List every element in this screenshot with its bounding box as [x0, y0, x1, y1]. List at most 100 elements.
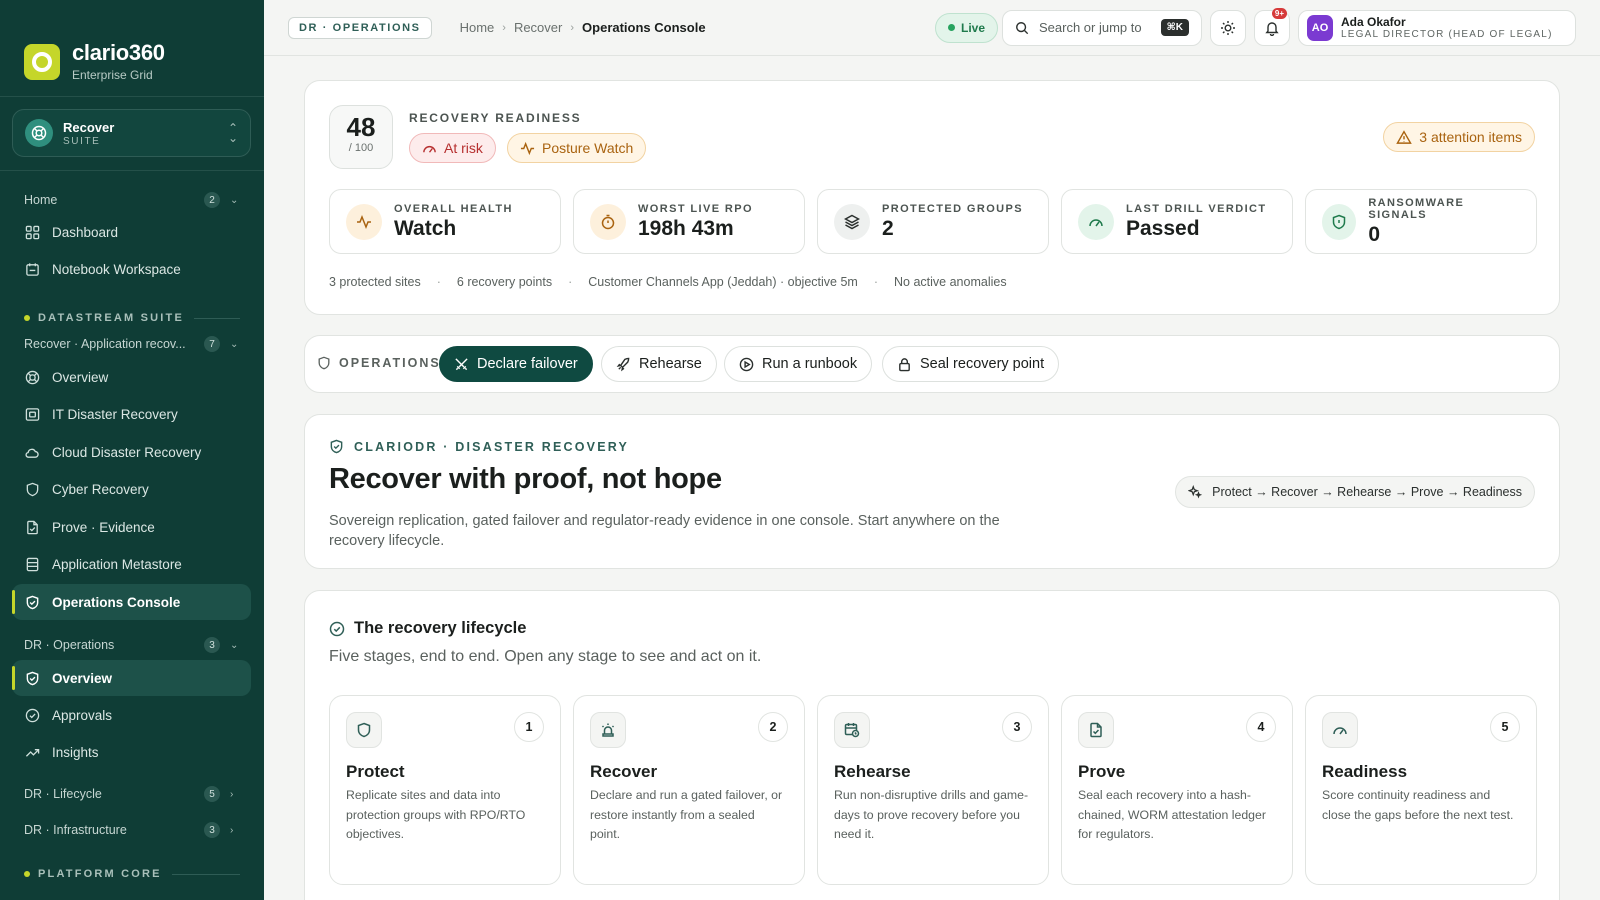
breadcrumb-recover[interactable]: Recover — [514, 20, 562, 35]
posture-label: Posture Watch — [542, 140, 634, 156]
sidebar-item-application-metastore[interactable]: Application Metastore — [12, 546, 251, 582]
stage-name: Protect — [346, 762, 405, 781]
lifecycle-title: The recovery lifecycle — [329, 619, 526, 638]
suite-switcher[interactable]: Recover SUITE ⌃ ⌄ — [12, 109, 251, 157]
sidebar-item-prove-evidence[interactable]: Prove · Evidence — [12, 509, 251, 545]
button-label: Run a runbook — [762, 356, 858, 372]
sidebar-item-dr-overview[interactable]: Overview — [12, 660, 251, 696]
posture-badge: Posture Watch — [507, 133, 647, 163]
stage-name: Readiness — [1322, 762, 1408, 781]
notifications-button[interactable]: 9+ — [1254, 7, 1290, 46]
sidebar-item-notebook[interactable]: Notebook Workspace — [12, 251, 251, 287]
context-tag: DR · OPERATIONS — [288, 16, 432, 39]
sidebar-item-dashboard[interactable]: Dashboard — [12, 214, 251, 250]
page-title: Recover with proof, not hope — [329, 463, 722, 495]
sparkles-icon — [1188, 485, 1203, 499]
meta-anomalies: No active anomalies — [894, 275, 1007, 289]
sidebar-item-label: IT Disaster Recovery — [52, 406, 178, 422]
attention-label: 3 attention items — [1419, 129, 1522, 145]
nav-group-home[interactable]: Home 2 ⌄ — [24, 192, 240, 208]
sidebar-item-operations-console[interactable]: Operations Console — [12, 584, 251, 620]
stage-number: 5 — [1490, 712, 1520, 742]
breadcrumb-current: Operations Console — [582, 20, 706, 35]
stat-value: Passed — [1126, 216, 1200, 240]
sidebar-item-label: Cloud Disaster Recovery — [52, 444, 202, 460]
sidebar-item-insights[interactable]: Insights — [12, 734, 251, 770]
grid-icon — [24, 224, 40, 240]
score-value: 48 — [346, 112, 376, 142]
rehearse-button[interactable]: Rehearse — [601, 346, 717, 382]
brand[interactable]: clario360 Enterprise Grid — [0, 0, 264, 96]
lifecycle-card: The recovery lifecycle Five stages, end … — [304, 590, 1560, 900]
nav-group-dr-infrastructure[interactable]: DR · Infrastructure 3 › — [24, 822, 240, 838]
nav-group-label: Home — [24, 193, 58, 207]
sidebar-item-overview[interactable]: Overview — [12, 359, 251, 395]
stage-number: 2 — [758, 712, 788, 742]
search-icon — [1015, 21, 1029, 35]
gauge-icon — [1078, 203, 1114, 240]
divider — [0, 170, 264, 171]
breadcrumb-home[interactable]: Home — [460, 20, 495, 35]
meta-protected-sites: 3 protected sites — [329, 275, 421, 289]
section-label: PLATFORM CORE — [38, 868, 162, 880]
sidebar-item-cloud-disaster-recovery[interactable]: Cloud Disaster Recovery — [12, 434, 251, 470]
chevron-down-icon: ⌄ — [230, 338, 239, 350]
sidebar-item-label: Application Metastore — [52, 556, 182, 572]
stage-description: Declare and run a gated failover, or res… — [590, 788, 783, 841]
sidebar-item-it-disaster-recovery[interactable]: IT Disaster Recovery — [12, 396, 251, 432]
risk-status-label: At risk — [444, 140, 483, 156]
stage-card-protect[interactable]: 1 Protect Replicate sites and data into … — [329, 695, 561, 885]
nav-group-dr-operations[interactable]: DR · Operations 3 ⌄ — [24, 637, 240, 653]
activity-icon — [520, 141, 535, 156]
sidebar-item-cyber-recovery[interactable]: Cyber Recovery — [12, 471, 251, 507]
sidebar-item-label: Insights — [52, 744, 99, 760]
sun-icon — [1220, 20, 1236, 36]
readiness-card: 48 / 100 RECOVERY READINESS At risk Post… — [304, 80, 1560, 315]
attention-items-button[interactable]: 3 attention items — [1383, 122, 1535, 152]
stage-description: Run non-disruptive drills and game-days … — [834, 788, 1029, 841]
stage-card-recover[interactable]: 2 Recover Declare and run a gated failov… — [573, 695, 805, 885]
nav-group-recover[interactable]: Recover · Application recov... 7 ⌄ — [24, 336, 240, 352]
readiness-score: 48 / 100 — [329, 105, 393, 169]
swords-icon — [454, 357, 469, 372]
check-circle-icon — [329, 621, 345, 637]
search-input[interactable]: Search or jump to ⌘K — [1002, 9, 1202, 46]
score-max: / 100 — [348, 142, 374, 154]
readiness-meta: 3 protected sites · 6 recovery points · … — [329, 275, 1007, 289]
stat-value: Watch — [394, 216, 457, 240]
stat-value: 198h 43m — [638, 216, 734, 240]
operations-label-text: OPERATIONS — [339, 356, 441, 370]
divider — [0, 96, 264, 97]
lifebuoy-icon — [24, 369, 40, 385]
hero-kicker: CLARIODR · DISASTER RECOVERY — [329, 439, 629, 454]
seal-recovery-point-button[interactable]: Seal recovery point — [882, 346, 1060, 382]
run-runbook-button[interactable]: Run a runbook — [724, 346, 873, 382]
stage-card-readiness[interactable]: 5 Readiness Score continuity readiness a… — [1305, 695, 1537, 885]
nav-group-count: 3 — [204, 637, 220, 653]
sidebar-item-approvals[interactable]: Approvals — [12, 697, 251, 733]
chevron-down-icon: ⌄ — [230, 194, 239, 206]
notebook-icon — [24, 261, 40, 277]
theme-toggle-button[interactable] — [1210, 9, 1246, 46]
stat-last-drill-verdict: LAST DRILL VERDICT Passed — [1061, 189, 1293, 254]
nav-group-label: DR · Lifecycle — [24, 787, 102, 801]
shield-check-icon — [329, 439, 344, 454]
section-header-platform: PLATFORM CORE — [24, 868, 240, 880]
separator-dot: · — [873, 275, 879, 289]
stat-protected-groups: PROTECTED GROUPS 2 — [817, 189, 1049, 254]
chevron-right-icon: › — [570, 21, 575, 34]
stage-name: Rehearse — [834, 762, 911, 781]
stage-card-prove[interactable]: 4 Prove Seal each recovery into a hash-c… — [1061, 695, 1293, 885]
lifecycle-title-text: The recovery lifecycle — [354, 619, 527, 637]
lifecycle-flow-badge: Protect → Recover → Rehearse → Prove → R… — [1175, 476, 1535, 508]
user-menu[interactable]: AO Ada Okafor LEGAL DIRECTOR (HEAD OF LE… — [1298, 9, 1576, 46]
nav-group-dr-lifecycle[interactable]: DR · Lifecycle 5 › — [24, 786, 240, 802]
section-label: DATASTREAM SUITE — [38, 312, 185, 324]
hero-card: CLARIODR · DISASTER RECOVERY Recover wit… — [304, 414, 1560, 569]
shield-icon — [1322, 203, 1357, 240]
stat-value: 0 — [1368, 222, 1381, 246]
stage-name: Recover — [590, 762, 658, 781]
declare-failover-button[interactable]: Declare failover — [439, 346, 593, 382]
button-label: Seal recovery point — [920, 356, 1045, 372]
stage-card-rehearse[interactable]: 3 Rehearse Run non-disruptive drills and… — [817, 695, 1049, 885]
